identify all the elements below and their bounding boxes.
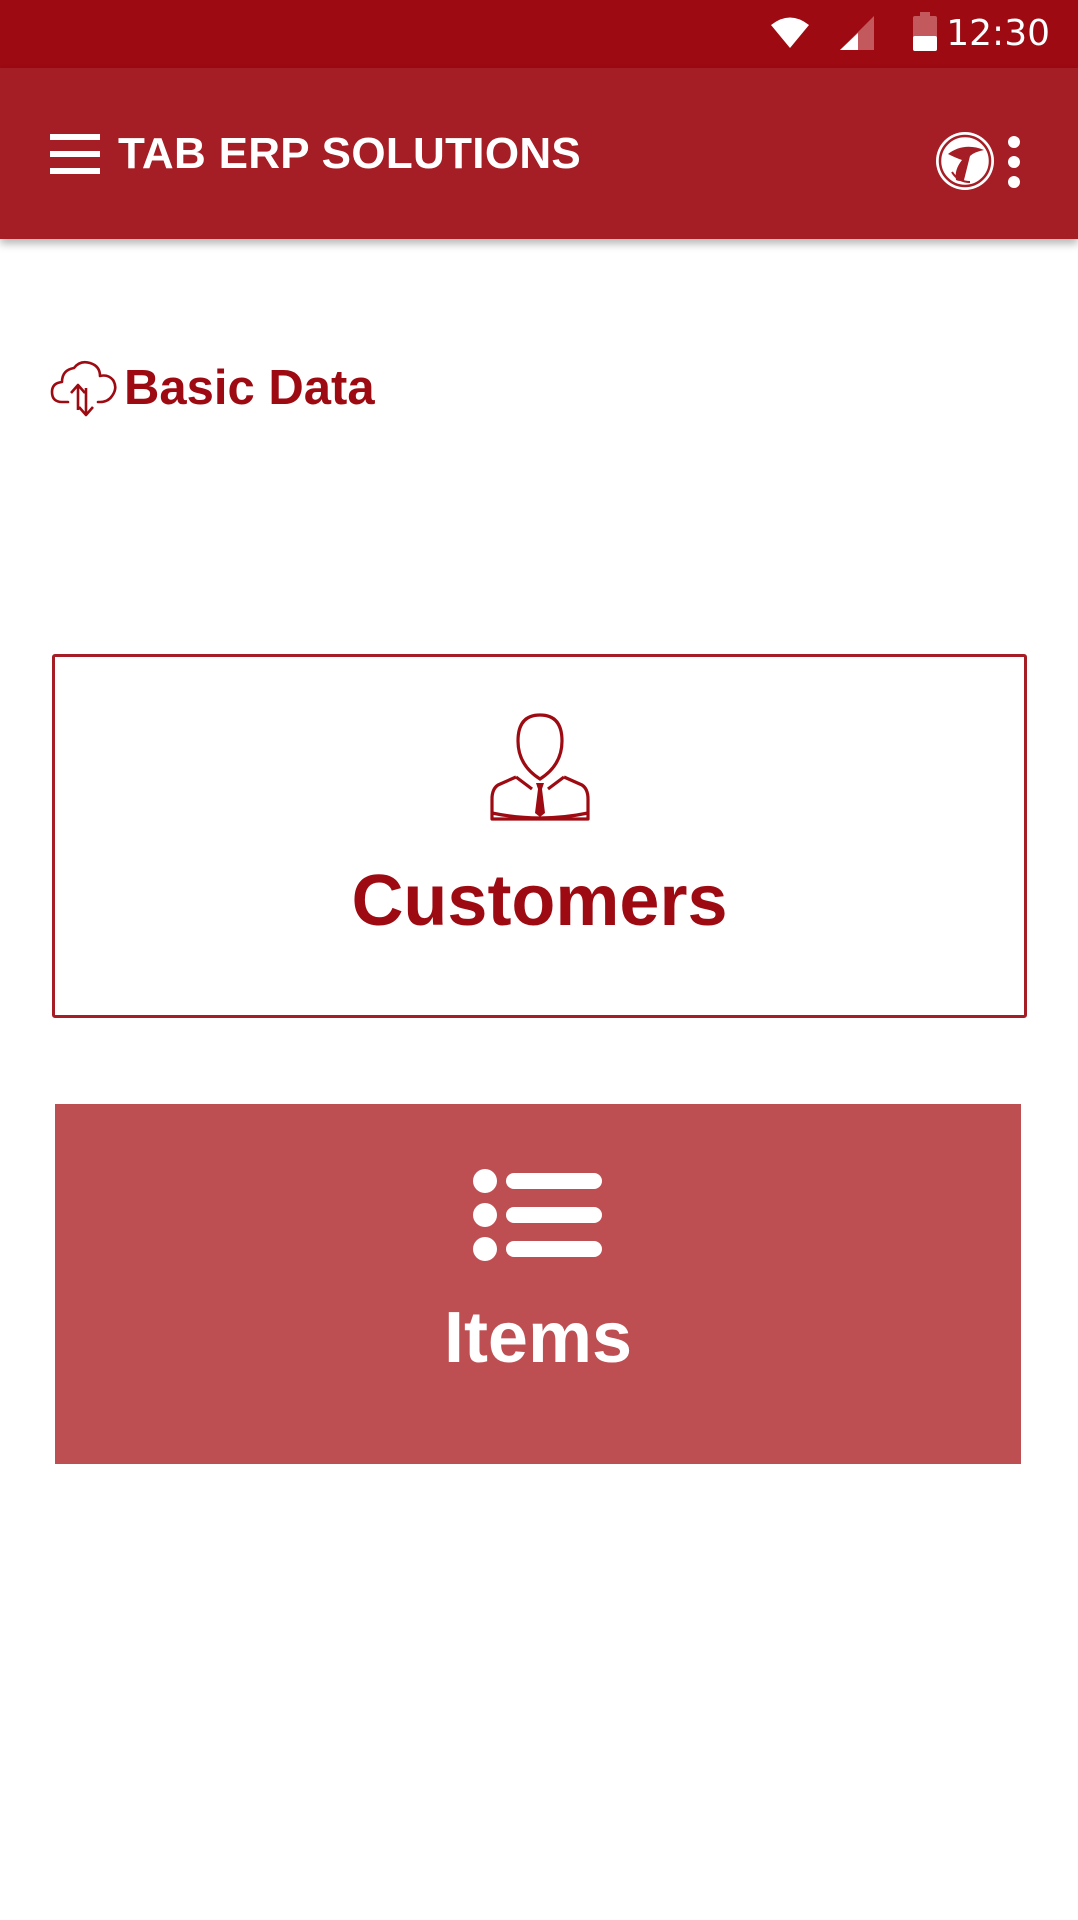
list-icon [473, 1169, 602, 1261]
cell-signal-icon [840, 16, 874, 50]
status-bar: 12:30 [0, 0, 1078, 68]
brand-logo-icon [936, 132, 994, 190]
items-label: Items [443, 1298, 633, 1378]
app-title: TAB ERP SOLUTIONS [118, 129, 582, 178]
wifi-icon [771, 17, 809, 48]
battery-icon [913, 12, 937, 51]
customer-person-icon [489, 713, 590, 821]
status-time: 12:30 [946, 13, 1050, 54]
hamburger-menu-icon [50, 134, 100, 174]
section-title: Basic Data [124, 361, 375, 415]
overflow-menu-button[interactable] [998, 134, 1030, 190]
more-vert-icon [1008, 136, 1020, 188]
customers-card[interactable]: Customers [52, 654, 1027, 1018]
menu-button[interactable] [50, 132, 104, 176]
section-heading: Basic Data [50, 356, 375, 420]
customers-label: Customers [351, 861, 728, 941]
app-bar: TAB ERP SOLUTIONS [0, 68, 1078, 239]
cloud-sync-icon [50, 360, 117, 417]
brand-logo-button[interactable] [934, 130, 996, 192]
items-card[interactable]: Items [55, 1104, 1021, 1464]
